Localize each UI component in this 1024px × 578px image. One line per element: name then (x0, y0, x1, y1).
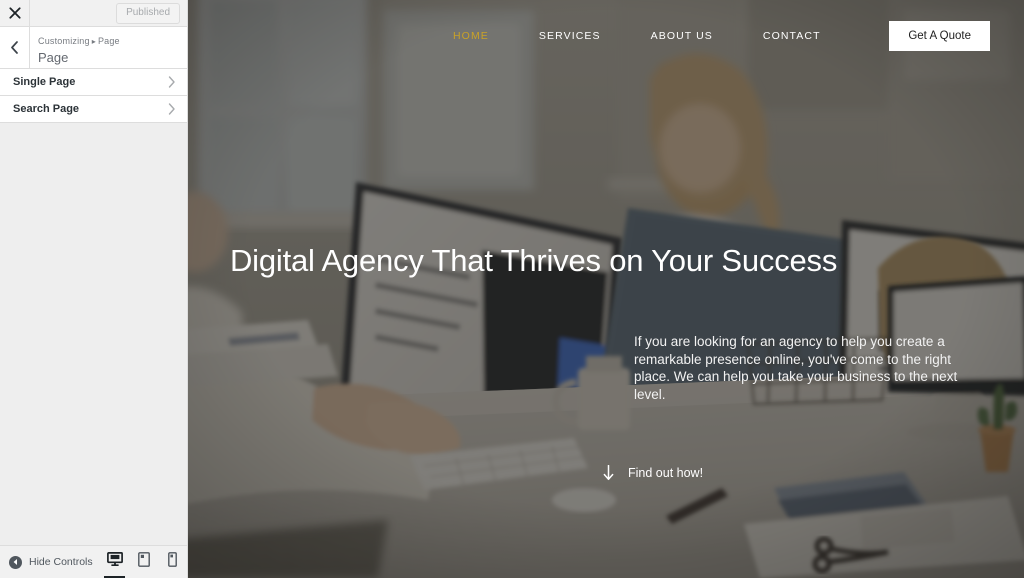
breadcrumb-prefix: Customizing (38, 35, 90, 46)
customizer-sidebar: Published Customizing ▸ Page Page Single P… (0, 0, 188, 578)
get-a-quote-button[interactable]: Get A Quote (889, 21, 990, 51)
panel-titles: Customizing ▸ Page Page (30, 27, 120, 68)
nav-link-about-us[interactable]: ABOUT US (651, 24, 713, 48)
mobile-icon (168, 552, 177, 572)
header-spacer (30, 0, 116, 26)
breadcrumb-current: Page (97, 35, 120, 46)
device-mobile-button[interactable] (158, 546, 187, 578)
site-preview-frame[interactable]: HOME SERVICES ABOUT US CONTACT Get A Quo… (188, 0, 1024, 578)
breadcrumb-separator: ▸ (91, 36, 96, 46)
sidebar-empty-area (0, 123, 187, 545)
device-preview-switcher (100, 546, 187, 578)
hide-controls-button[interactable]: Hide Controls (9, 555, 93, 569)
close-icon (8, 7, 21, 19)
customizer-panel-header: Customizing ▸ Page Page (0, 27, 187, 69)
hero-heading: Digital Agency That Thrives on Your Succ… (230, 243, 838, 278)
site-navbar: HOME SERVICES ABOUT US CONTACT Get A Quo… (188, 0, 1024, 72)
device-desktop-button[interactable] (100, 546, 129, 578)
customizer-screen: Published Customizing ▸ Page Page Single P… (0, 0, 1024, 578)
chevron-right-icon (168, 76, 176, 88)
breadcrumb: Customizing ▸ Page (38, 35, 120, 48)
nav-link-services[interactable]: SERVICES (539, 24, 601, 48)
back-button[interactable] (0, 27, 30, 68)
nav-link-contact[interactable]: CONTACT (763, 24, 821, 48)
section-label: Search Page (13, 103, 80, 115)
customizer-section-list: Single Page Search Page (0, 69, 187, 123)
sidebar-item-search-page[interactable]: Search Page (0, 96, 187, 123)
hero-paragraph: If you are looking for an agency to help… (634, 334, 958, 402)
hero-overlay (188, 0, 1024, 578)
sidebar-item-single-page[interactable]: Single Page (0, 69, 187, 96)
find-out-how-label: Find out how! (628, 466, 704, 480)
customizer-header-bar: Published (0, 0, 187, 27)
device-tablet-button[interactable] (129, 546, 158, 578)
nav-links: HOME SERVICES ABOUT US CONTACT (453, 24, 871, 48)
tablet-icon (137, 552, 150, 572)
find-out-how-link[interactable]: Find out how! (603, 465, 703, 481)
arrow-down-icon (603, 465, 614, 481)
nav-link-home[interactable]: HOME (453, 24, 489, 48)
chevron-right-icon (168, 103, 176, 115)
section-label: Single Page (13, 76, 76, 88)
hide-controls-label: Hide Controls (29, 556, 93, 568)
customizer-footer-bar: Hide Controls (0, 545, 187, 578)
close-icon-button[interactable] (0, 0, 30, 26)
desktop-icon (106, 552, 123, 572)
publish-button[interactable]: Published (116, 2, 180, 24)
collapse-arrow-icon (9, 555, 22, 569)
panel-title: Page (38, 49, 69, 65)
chevron-left-icon (10, 41, 19, 54)
